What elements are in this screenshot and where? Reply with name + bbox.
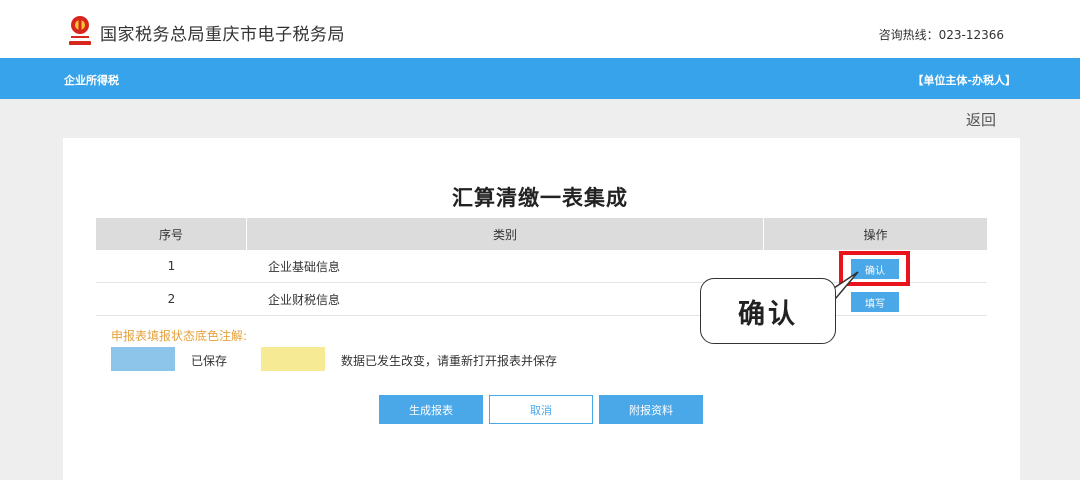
- site-title: 国家税务总局重庆市电子税务局: [100, 25, 345, 45]
- callout-annotation: 确认: [700, 278, 836, 344]
- legend-label-saved: 已保存: [191, 354, 228, 368]
- column-header-action: 操作: [863, 227, 888, 242]
- tax-emblem-icon: [69, 16, 91, 45]
- row-category: 企业基础信息: [268, 259, 341, 274]
- row-category: 企业财税信息: [268, 292, 341, 307]
- legend-title: 申报表填报状态底色注解:: [111, 329, 248, 343]
- top-header: 国家税务总局重庆市电子税务局 咨询热线：023-12366: [0, 0, 1080, 58]
- legend-swatch-changed: [261, 347, 325, 371]
- table-header-row: 序号 类别 操作: [96, 218, 987, 250]
- attach-documents-button[interactable]: 附报资料: [599, 395, 703, 424]
- column-header-category: 类别: [247, 218, 764, 250]
- back-link[interactable]: 返回: [966, 109, 996, 130]
- hotline-text: 咨询热线：023-12366: [878, 28, 1004, 42]
- legend-swatch-saved: [111, 347, 175, 371]
- generate-report-button[interactable]: 生成报表: [379, 395, 483, 424]
- row-index: 2: [167, 292, 176, 306]
- nav-bar: 企业所得税 【单位主体-办税人】: [0, 58, 1080, 99]
- page-title: 汇算清缴一表集成: [452, 186, 628, 210]
- nav-item-enterprise-income-tax[interactable]: 企业所得税: [64, 72, 119, 88]
- legend-label-changed: 数据已发生改变，请重新打开报表并保存: [341, 354, 558, 368]
- column-header-index: 序号: [96, 218, 247, 250]
- cancel-button[interactable]: 取消: [489, 395, 593, 424]
- user-role-label: 【单位主体-办税人】: [912, 74, 1016, 87]
- row-index: 1: [167, 259, 176, 273]
